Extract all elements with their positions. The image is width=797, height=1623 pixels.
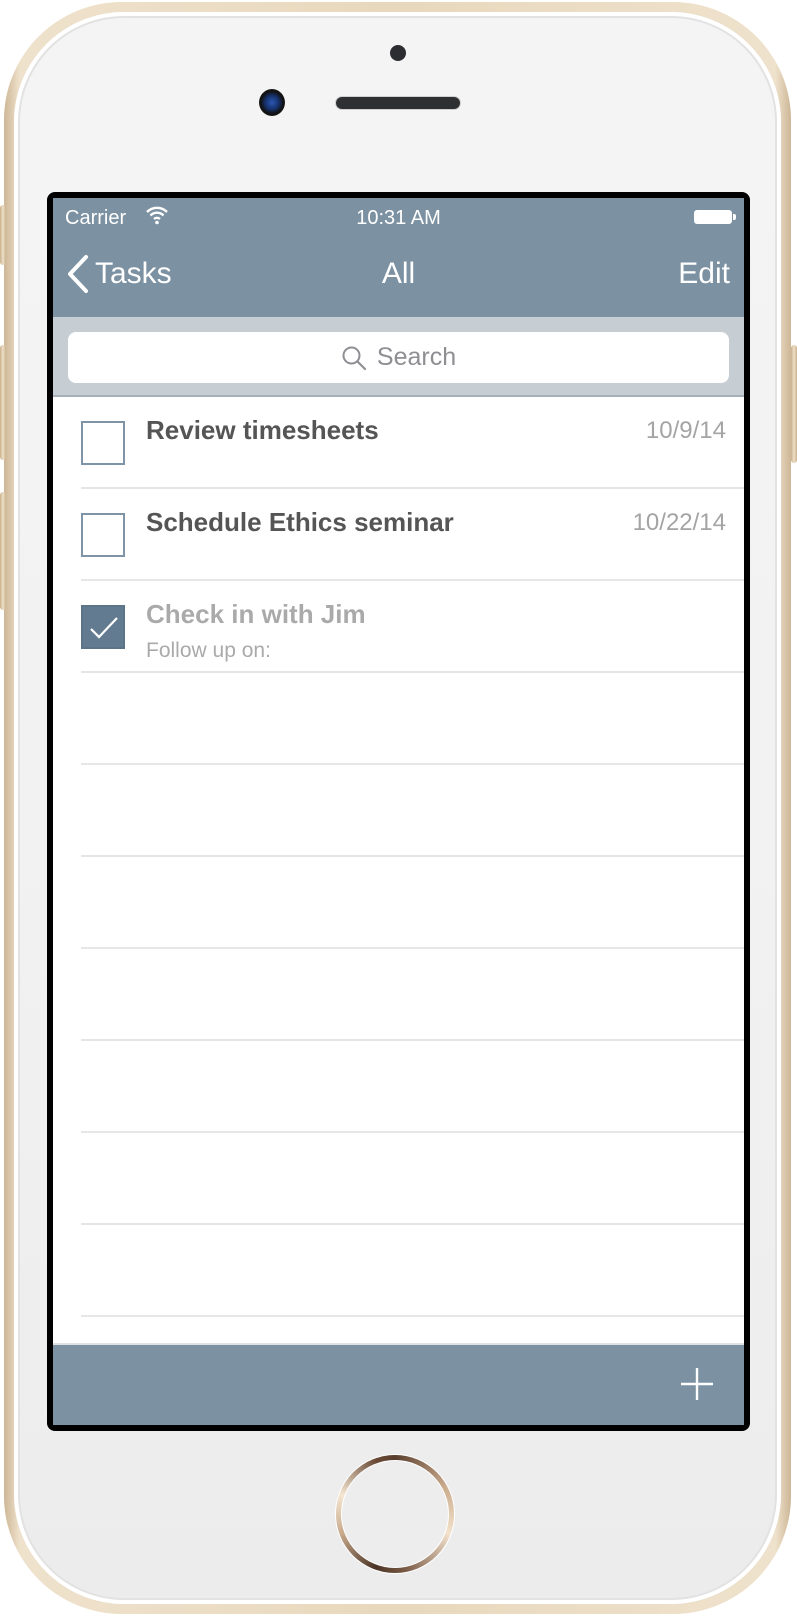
task-row[interactable]: Schedule Ethics seminar 10/22/14 [53, 489, 744, 581]
empty-row [53, 857, 744, 949]
battery-full-icon [694, 210, 736, 224]
home-button[interactable] [336, 1455, 454, 1573]
earpiece-speaker [336, 97, 460, 109]
screen: Carrier 10:31 AM Tasks All Edit Search R… [53, 198, 744, 1425]
task-subtitle: Follow up on: [146, 639, 271, 662]
task-checkbox-checked[interactable] [81, 605, 125, 649]
mute-switch [0, 205, 6, 265]
search-placeholder: Search [376, 343, 457, 371]
task-checkbox[interactable] [81, 421, 125, 465]
volume-up-button [0, 345, 6, 460]
edit-button[interactable]: Edit [678, 257, 730, 291]
task-due-date: 10/22/14 [632, 509, 726, 536]
empty-row [53, 673, 744, 765]
task-due-date: 10/9/14 [645, 417, 726, 444]
empty-row [53, 765, 744, 857]
empty-row [53, 949, 744, 1041]
search-icon [342, 346, 366, 370]
row-separator [81, 1315, 744, 1317]
status-bar: Carrier 10:31 AM [53, 198, 744, 238]
empty-row [53, 1225, 744, 1317]
task-title: Review timesheets [146, 415, 379, 445]
task-list: Review timesheets 10/9/14 Schedule Ethic… [53, 397, 744, 1317]
page-title: All [381, 257, 416, 290]
proximity-sensor [390, 45, 406, 61]
task-title: Check in with Jim [146, 599, 366, 629]
volume-down-button [0, 492, 6, 610]
navigation-bar: Tasks All Edit [53, 238, 744, 317]
bottom-toolbar [53, 1343, 744, 1425]
power-button [791, 345, 797, 463]
search-bar: Search [53, 317, 744, 397]
task-row[interactable]: Check in with Jim Follow up on: [53, 581, 744, 673]
checkmark-icon [90, 617, 118, 639]
search-input[interactable]: Search [68, 332, 729, 383]
task-checkbox[interactable] [81, 513, 125, 557]
front-camera [259, 89, 285, 116]
empty-row [53, 1041, 744, 1133]
plus-icon[interactable] [680, 1367, 714, 1401]
clock: 10:31 AM [356, 207, 441, 229]
empty-row [53, 1133, 744, 1225]
task-title: Schedule Ethics seminar [146, 507, 454, 537]
task-row[interactable]: Review timesheets 10/9/14 [53, 397, 744, 489]
